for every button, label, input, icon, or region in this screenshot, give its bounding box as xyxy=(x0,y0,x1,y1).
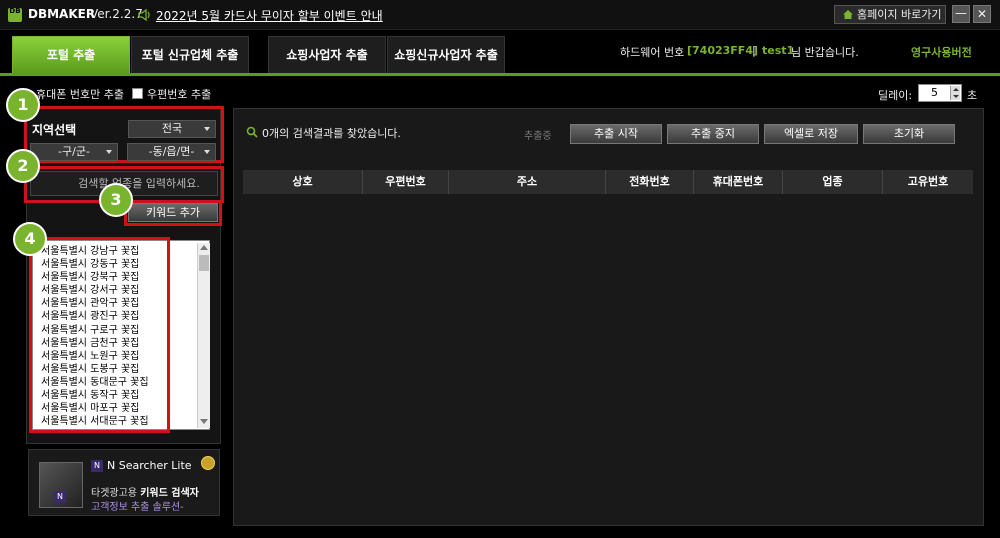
tab-shopping-business[interactable]: 쇼핑사업자 추출 xyxy=(268,36,386,74)
homepage-button-label: 홈페이지 바로가기 xyxy=(857,8,942,21)
search-icon xyxy=(246,126,258,138)
minimize-button[interactable]: — xyxy=(952,5,970,23)
tab-underline xyxy=(0,73,1000,76)
start-extract-button[interactable]: 추출 시작 xyxy=(570,124,662,144)
district-select-value: -구/군- xyxy=(58,145,90,158)
column-header-mobile[interactable]: 휴대폰번호 xyxy=(694,170,783,194)
export-excel-button[interactable]: 엑셀로 저장 xyxy=(764,124,858,144)
step-badge-4: 4 xyxy=(13,222,47,256)
ad-line2: 고객정보 추출 솔루션- xyxy=(91,502,184,513)
chevron-down-icon xyxy=(204,150,210,154)
close-button[interactable]: ✕ xyxy=(973,5,991,23)
town-select-value: -동/읍/면- xyxy=(148,145,195,158)
column-header-id[interactable]: 고유번호 xyxy=(883,170,973,194)
add-keyword-button[interactable]: 키워드 추가 xyxy=(128,203,218,222)
spinner-down-icon[interactable] xyxy=(953,95,959,98)
tab-shopping-new-business[interactable]: 쇼핑신규사업자 추출 xyxy=(387,36,505,74)
scroll-thumb[interactable] xyxy=(199,255,209,271)
extract-status: 추출중 xyxy=(524,131,552,142)
chevron-down-icon xyxy=(106,150,112,154)
scroll-down-icon[interactable] xyxy=(200,419,208,424)
app-logo: DB xyxy=(8,8,22,22)
delay-spinner[interactable] xyxy=(950,86,960,100)
column-header-industry[interactable]: 업종 xyxy=(783,170,883,194)
product-n-icon: N xyxy=(54,491,66,503)
greeting-text: 님 반갑습니다. xyxy=(791,46,859,59)
app-version: Ver.2.2.7 xyxy=(90,7,143,21)
postal-checkbox[interactable] xyxy=(132,88,143,99)
region-label: 지역선택 xyxy=(32,123,77,137)
step-badge-3: 3 xyxy=(99,183,133,217)
account-separator: | xyxy=(752,44,756,57)
notice-link[interactable]: 2022년 5월 카드사 무이자 할부 이벤트 안내 xyxy=(156,7,383,24)
award-icon xyxy=(201,456,215,470)
app-name: DBMAKER xyxy=(28,7,96,21)
keyword-list-highlight xyxy=(29,237,170,433)
hardware-label: 하드웨어 번호 xyxy=(620,46,685,59)
district-select[interactable]: -구/군- xyxy=(30,143,118,161)
delay-label: 딜레이: xyxy=(878,89,913,102)
homepage-button[interactable]: 홈페이지 바로가기 xyxy=(834,5,946,24)
delay-unit: 초 xyxy=(967,89,978,102)
province-select-value: 전국 xyxy=(161,122,183,135)
result-summary: 0개의 검색결과를 찾았습니다. xyxy=(262,127,401,140)
stop-extract-button[interactable]: 추출 중지 xyxy=(667,124,759,144)
keyword-list-scrollbar[interactable] xyxy=(197,243,210,428)
province-select[interactable]: 전국 xyxy=(128,120,216,138)
ad-banner[interactable]: N N N Searcher Lite 타겟광고용 키워드 검색자 고객정보 추… xyxy=(28,449,220,516)
reset-button[interactable]: 초기화 xyxy=(863,124,955,144)
tab-portal-extract[interactable]: 포털 추출 xyxy=(12,36,130,74)
license-label: 영구사용버전 xyxy=(911,46,972,59)
column-header-postal[interactable]: 우편번호 xyxy=(363,170,449,194)
product-box-image: N xyxy=(39,462,83,508)
speaker-icon xyxy=(138,8,150,22)
ad-line1: 타겟광고용 키워드 검색자 xyxy=(91,484,199,499)
column-header-name[interactable]: 상호 xyxy=(243,170,363,194)
step-badge-1: 1 xyxy=(6,88,40,122)
ad-brand: N Searcher Lite xyxy=(107,459,192,472)
chevron-down-icon xyxy=(204,127,210,131)
tab-portal-new-business[interactable]: 포털 신규업체 추출 xyxy=(131,36,249,74)
hardware-code: [74023FF4] xyxy=(687,44,759,57)
home-icon xyxy=(843,10,853,19)
step-badge-2: 2 xyxy=(6,149,40,183)
column-header-phone[interactable]: 전화번호 xyxy=(606,170,694,194)
scroll-up-icon[interactable] xyxy=(200,245,208,250)
town-select[interactable]: -동/읍/면- xyxy=(127,143,216,161)
postal-label: 우편번호 추출 xyxy=(147,88,212,101)
column-header-address[interactable]: 주소 xyxy=(449,170,606,194)
spinner-up-icon[interactable] xyxy=(953,88,959,91)
user-name: test1 xyxy=(762,44,795,57)
n-logo-icon: N xyxy=(91,460,103,472)
mobile-only-label: 휴대폰 번호만 추출 xyxy=(36,88,124,101)
